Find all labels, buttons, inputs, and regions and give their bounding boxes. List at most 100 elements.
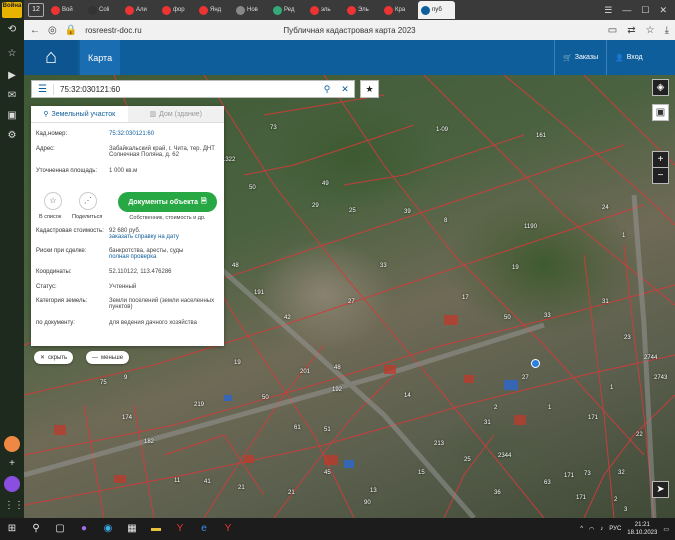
share-button[interactable]: ⋰ [79, 192, 97, 210]
menu-icon[interactable]: ☰ [32, 83, 54, 95]
parcel-number[interactable]: 31 [484, 420, 491, 426]
object-documents-button[interactable]: Документы объекта 🗎 [118, 192, 217, 212]
parcel-number[interactable]: 219 [194, 402, 204, 408]
less-button[interactable]: — меньше [86, 351, 130, 364]
task-view-icon[interactable]: ▢ [50, 520, 70, 538]
parcel-number[interactable]: 8 [444, 218, 447, 224]
hide-panel-button[interactable]: ✕ скрыть [34, 351, 74, 364]
close-icon[interactable]: ✕ [659, 5, 667, 16]
parcel-number[interactable]: 182 [144, 439, 154, 445]
parcel-number[interactable]: 11 [174, 478, 180, 484]
full-check-link[interactable]: полная проверка [109, 254, 156, 260]
bookmark-icon[interactable]: ☆ [646, 25, 655, 36]
parcel-number[interactable]: 51 [324, 427, 331, 433]
browser-tab[interactable]: Али [122, 1, 159, 19]
parcel-number[interactable]: 33 [380, 263, 387, 269]
parcel-number[interactable]: 191 [254, 290, 264, 296]
language-indicator[interactable]: РУС [609, 526, 621, 532]
parcel-number[interactable]: 45 [324, 470, 331, 476]
grid-icon[interactable]: ⋮⋮ [4, 498, 24, 514]
parcel-number[interactable]: 48 [232, 263, 239, 269]
parcel-number[interactable]: 171 [576, 495, 586, 501]
parcel-number[interactable]: 19 [234, 360, 241, 366]
parcel-number[interactable]: 192 [332, 387, 342, 393]
yandex-browser-icon[interactable]: Y [218, 520, 238, 538]
parcel-number[interactable]: 174 [122, 415, 132, 421]
parcel-number[interactable]: 24 [602, 205, 609, 211]
parcel-number[interactable]: 15 [418, 470, 425, 476]
parcel-number[interactable]: 63 [544, 480, 551, 486]
download-icon[interactable]: ⤓ [665, 25, 669, 36]
parcel-number[interactable]: 27 [522, 375, 529, 381]
menu-icon[interactable]: ☰ [604, 5, 612, 16]
history-icon[interactable]: ⟲ [4, 22, 20, 38]
parcel-number[interactable]: 21 [288, 490, 295, 496]
browser-tab[interactable]: пуб [418, 1, 455, 19]
reader-icon[interactable]: ▭ [608, 25, 617, 36]
parcel-number[interactable]: 213 [434, 441, 444, 447]
play-icon[interactable]: ▶ [4, 68, 20, 84]
app-icon[interactable]: ▣ [4, 108, 20, 124]
weather-badge[interactable]: Война [2, 2, 22, 18]
locate-button[interactable]: ➤ [652, 481, 669, 498]
zoom-in-button[interactable]: + [652, 151, 669, 168]
parcel-number[interactable]: 17 [462, 295, 469, 301]
zoom-out-button[interactable]: − [652, 167, 669, 184]
notifications-icon[interactable]: ▭ [663, 526, 669, 533]
translate-icon[interactable]: ⇄ [627, 25, 635, 36]
parcel-number[interactable]: 21 [238, 485, 245, 491]
windows-start-icon[interactable]: ⊞ [2, 520, 22, 538]
parcel-number[interactable]: 1 [622, 233, 625, 239]
parcel-number[interactable]: 1-09 [436, 127, 448, 133]
parcel-number[interactable]: 42 [284, 315, 291, 321]
clear-icon[interactable]: ✕ [336, 84, 354, 95]
parcel-number[interactable]: 13 [370, 488, 377, 494]
parcel-number[interactable]: 2743 [654, 375, 667, 381]
parcel-number[interactable]: 201 [300, 369, 310, 375]
browser-tab[interactable]: фор [159, 1, 196, 19]
clock[interactable]: 21:21 18.10.2023 [627, 521, 657, 537]
yandex-icon[interactable]: Y [170, 520, 190, 538]
parcel-number[interactable]: 23 [624, 335, 631, 341]
add-icon[interactable]: + [4, 456, 20, 472]
alice-icon[interactable] [4, 476, 20, 492]
parcel-number[interactable]: 33 [544, 313, 551, 319]
maximize-icon[interactable]: ☐ [641, 5, 649, 16]
parcel-number[interactable]: 73 [270, 125, 277, 131]
parcel-number[interactable]: 3 [624, 507, 627, 513]
orders-button[interactable]: 🛒 Заказы [554, 40, 606, 75]
parcel-number[interactable]: 50 [504, 315, 511, 321]
parcel-number[interactable]: 1322 [222, 157, 235, 163]
home-button[interactable]: ⌂ [24, 40, 78, 75]
parcel-number[interactable]: 2 [614, 497, 617, 503]
browser-tab[interactable]: Coli [85, 1, 122, 19]
login-button[interactable]: 👤 Вход [606, 40, 651, 75]
parcel-number[interactable]: 1 [548, 405, 551, 411]
search-icon[interactable]: ⚲ [318, 84, 336, 95]
location-marker[interactable] [531, 359, 540, 368]
tab-land-plot[interactable]: ⚲ Земельный участок [31, 106, 128, 122]
volume-icon[interactable]: ♪ [600, 526, 603, 532]
wifi-icon[interactable]: ◠ [589, 526, 594, 533]
parcel-number[interactable]: 61 [294, 425, 301, 431]
add-to-list-button[interactable]: ☆ [44, 192, 62, 210]
map-tab[interactable]: Карта [80, 40, 121, 75]
browser-tab[interactable]: Эль [344, 1, 381, 19]
browser-tab[interactable]: Янд [196, 1, 233, 19]
alice-icon[interactable]: ● [74, 520, 94, 538]
parcel-number[interactable]: 48 [334, 365, 341, 371]
parcel-number[interactable]: 19 [512, 265, 519, 271]
mail-icon[interactable]: ✉ [4, 88, 20, 104]
parcel-number[interactable]: 29 [312, 203, 319, 209]
parcel-number[interactable]: 171 [564, 473, 574, 479]
parcel-number[interactable]: 41 [204, 479, 211, 485]
ya-icon[interactable]: ◎ [48, 25, 57, 36]
tray-arrow-icon[interactable]: ^ [580, 526, 583, 532]
parcel-number[interactable]: 27 [348, 299, 355, 305]
parcel-number[interactable]: 1 [610, 385, 613, 391]
parcel-number[interactable]: 2744 [644, 355, 657, 361]
cost-certificate-link[interactable]: заказать справку на дату [109, 234, 179, 240]
parcel-number[interactable]: 9 [124, 375, 127, 381]
parcel-number[interactable]: 25 [349, 208, 356, 214]
edge-icon[interactable]: ◉ [98, 520, 118, 538]
